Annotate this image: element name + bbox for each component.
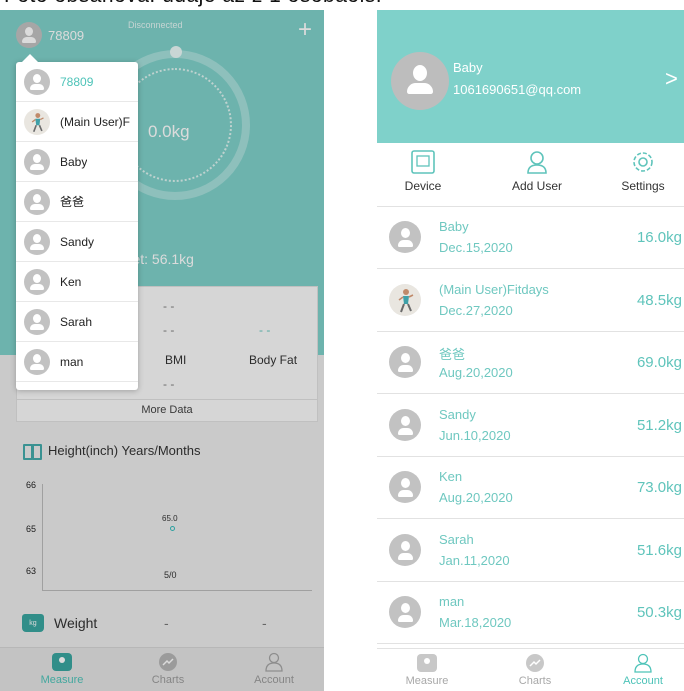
dropdown-user-name: 78809 (60, 74, 94, 89)
user-dropdown: 78809 (Main User)F Baby 爸爸 Sandy Ken Sarah man (16, 62, 138, 390)
device-button[interactable]: Device (377, 149, 469, 193)
user-avatar-icon (24, 348, 50, 375)
gear-icon (633, 152, 653, 172)
dropdown-user-item[interactable]: Ken (16, 262, 138, 302)
user-avatar-icon (24, 268, 50, 295)
measure-screen: 78809 Disconnected + 0.0kg rget: 56.1kg … (0, 10, 324, 691)
user-weight: 69.0kg (636, 354, 682, 371)
user-name: Sandy (439, 406, 476, 422)
device-icon (411, 150, 435, 174)
user-avatar-icon (389, 221, 421, 253)
user-name: (Main User)Fitdays (439, 281, 549, 297)
nav-measure[interactable]: Measure (377, 651, 477, 687)
user-weight: 16.0kg (636, 229, 682, 246)
dropdown-pointer (22, 54, 38, 62)
scale-icon (417, 654, 437, 672)
dropdown-user-name: (Main User)F (60, 114, 131, 129)
nav-label: Account (623, 675, 663, 687)
add-user-icon (527, 151, 547, 174)
profile-email: 1061690651@qq.com (453, 82, 582, 97)
user-avatar-icon (389, 533, 421, 566)
dropdown-user-item[interactable]: 78809 (16, 62, 138, 102)
account-icon (634, 653, 652, 673)
bottom-nav: Measure Charts Account (377, 648, 684, 691)
add-user-button[interactable]: Add User (491, 149, 583, 193)
user-row[interactable]: Ken Aug.20,2020 73.0kg (377, 457, 684, 519)
account-actions: Device Add User Settings (377, 143, 684, 207)
dropdown-user-name: Ken (60, 274, 82, 289)
user-weight: 48.5kg (636, 291, 682, 309)
settings-label: Settings (621, 179, 665, 193)
dropdown-user-item[interactable]: Baby (16, 142, 138, 182)
user-avatar-icon (24, 188, 50, 215)
dropdown-user-name: Baby (60, 154, 88, 169)
device-label: Device (404, 179, 442, 193)
dropdown-user-item[interactable]: (Main User)F (16, 102, 138, 142)
user-avatar-icon (24, 228, 50, 255)
user-avatar-icon (389, 471, 421, 503)
dropdown-user-name: Sarah (60, 314, 93, 329)
user-avatar-icon (389, 346, 421, 378)
profile-name: Baby (453, 60, 483, 75)
chart-icon (526, 654, 544, 672)
user-avatar-icon (24, 148, 50, 175)
nav-account[interactable]: Account (593, 651, 684, 687)
dropdown-user-item[interactable]: Sarah (16, 302, 138, 342)
dropdown-user-name: Sandy (60, 234, 95, 249)
user-date: Dec.27,2020 (439, 302, 513, 318)
dropdown-user-name: 爸爸 (60, 195, 85, 209)
user-name: Sarah (439, 531, 474, 547)
nav-label: Charts (518, 675, 552, 687)
user-date: Dec.15,2020 (439, 240, 513, 255)
user-date: Mar.18,2020 (439, 615, 512, 630)
user-date: Aug.20,2020 (439, 365, 513, 380)
user-name: Ken (439, 469, 463, 484)
profile-header[interactable]: Baby 1061690651@qq.com > (377, 10, 684, 143)
user-name: Baby (439, 219, 469, 234)
composite-screenshot: Foto obsahová: údaje až z 1 osobáols. 78… (0, 0, 684, 691)
user-weight: 51.2kg (636, 416, 682, 434)
user-avatar-icon (389, 596, 421, 628)
user-row[interactable]: (Main User)Fitdays Dec.27,2020 48.5kg (377, 270, 684, 332)
user-weight: 73.0kg (636, 479, 682, 496)
user-row[interactable]: Baby Dec.15,2020 16.0kg (377, 207, 684, 269)
user-photo-avatar (24, 108, 50, 135)
settings-button[interactable]: Settings (597, 149, 684, 193)
user-date: Jun.10,2020 (439, 427, 511, 443)
user-row[interactable]: 爸爸 Aug.20,2020 69.0kg (377, 332, 684, 394)
user-weight: 51.6kg (636, 541, 682, 559)
nav-label: Measure (405, 675, 449, 687)
dropdown-user-item[interactable]: man (16, 342, 138, 382)
user-row[interactable]: Sarah Jan.11,2020 51.6kg (377, 520, 684, 582)
user-avatar-icon (389, 408, 421, 441)
add-user-label: Add User (511, 179, 563, 193)
user-row[interactable]: Sandy Jun.10,2020 51.2kg (377, 395, 684, 457)
user-date: Jan.11,2020 (439, 552, 510, 568)
user-photo-avatar (389, 283, 421, 316)
user-name: 爸爸 (439, 347, 466, 362)
dropdown-user-item[interactable]: 爸爸 (16, 182, 138, 222)
nav-charts[interactable]: Charts (485, 651, 585, 687)
account-screen: Baby 1061690651@qq.com > Device Add User… (377, 10, 684, 691)
user-date: Aug.20,2020 (439, 490, 513, 505)
chevron-right-icon: > (665, 66, 678, 91)
user-avatar-icon (24, 68, 50, 95)
caption-banner: Foto obsahová: údaje až z 1 osobáols. (0, 0, 684, 10)
user-row[interactable]: man Mar.18,2020 50.3kg (377, 582, 684, 644)
caption-text: Foto obsahová: údaje až z 1 osobáols. (4, 0, 382, 8)
dropdown-user-name: man (60, 354, 84, 369)
profile-avatar-icon (391, 52, 449, 110)
user-name: man (439, 594, 465, 609)
dropdown-user-item[interactable]: Sandy (16, 222, 138, 262)
user-weight: 50.3kg (636, 604, 682, 621)
user-avatar-icon (24, 308, 50, 335)
